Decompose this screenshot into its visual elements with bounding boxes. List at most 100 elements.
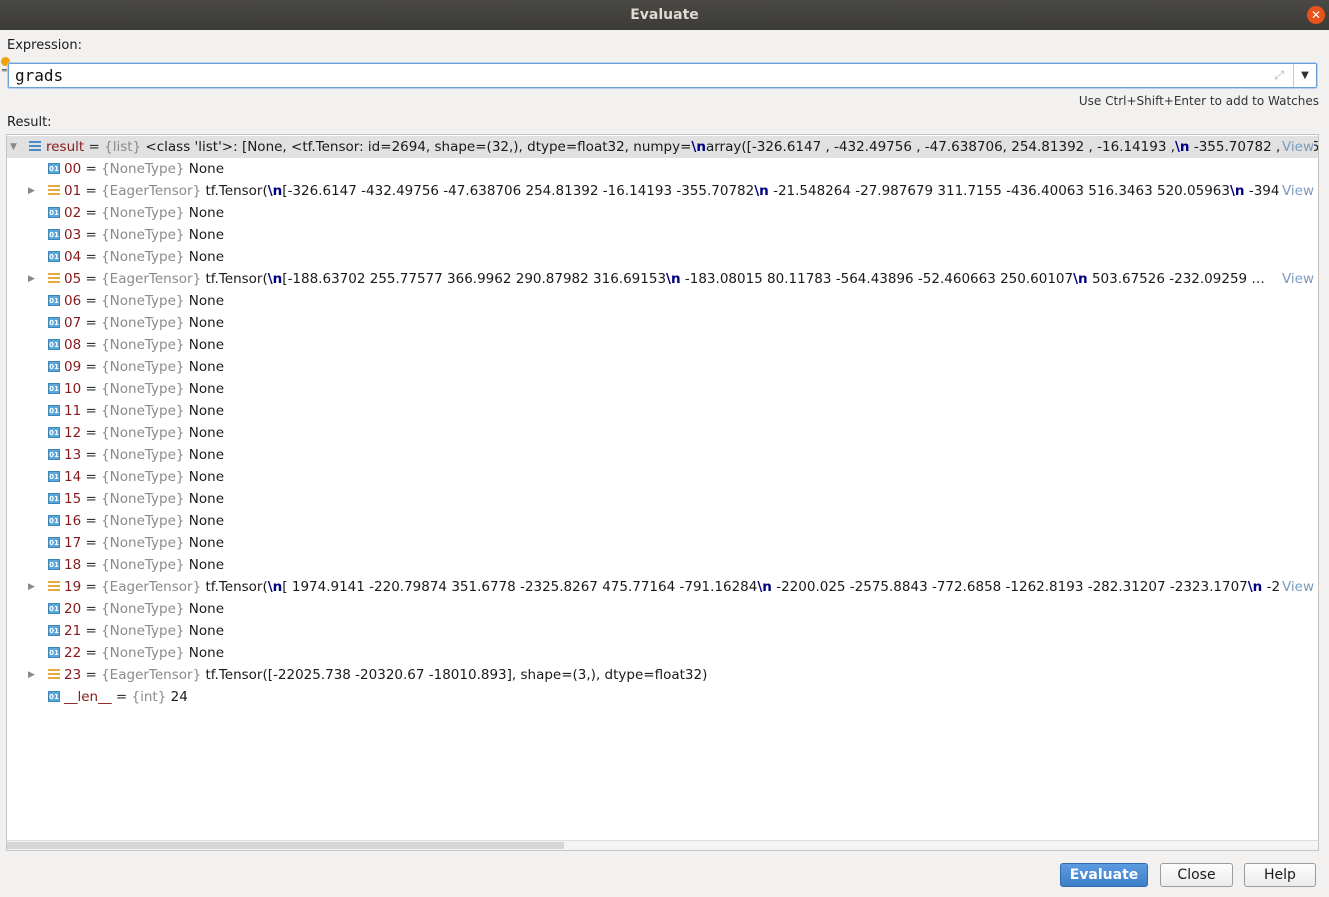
tree-row[interactable]: 01 10 = {NoneType} None bbox=[7, 378, 1318, 400]
expression-editor[interactable]: ⤢ ▼ bbox=[8, 63, 1317, 88]
scrollbar-thumb[interactable] bbox=[7, 842, 564, 849]
row-text: 03 = {NoneType} None bbox=[64, 224, 224, 246]
tree-row[interactable]: 01 22 = {NoneType} None bbox=[7, 642, 1318, 664]
row-text: 10 = {NoneType} None bbox=[64, 378, 224, 400]
tree-row[interactable]: 01 00 = {NoneType} None bbox=[7, 158, 1318, 180]
view-link[interactable]: View bbox=[1279, 136, 1314, 158]
tree-row[interactable]: 01 17 = {NoneType} None bbox=[7, 532, 1318, 554]
equals: = bbox=[81, 667, 102, 683]
equals: = bbox=[81, 403, 102, 419]
value-text: None bbox=[188, 359, 225, 375]
tree-row[interactable]: 01 __len__ = {int} 24 bbox=[7, 686, 1318, 708]
tree-row[interactable]: 01 16 = {NoneType} None bbox=[7, 510, 1318, 532]
var-type: {EagerTensor} bbox=[101, 271, 202, 287]
tree-row[interactable]: ▶ 19 = {EagerTensor} tf.Tensor(\n[ 1974.9… bbox=[7, 576, 1318, 598]
value-text: None bbox=[188, 645, 225, 661]
collapse-arrow-icon[interactable]: ▼ bbox=[10, 136, 20, 158]
var-type: {NoneType} bbox=[101, 425, 185, 441]
evaluate-button[interactable]: Evaluate bbox=[1060, 863, 1148, 887]
tree-row[interactable]: 01 02 = {NoneType} None bbox=[7, 202, 1318, 224]
tree-row[interactable]: 01 04 = {NoneType} None bbox=[7, 246, 1318, 268]
tree-row[interactable]: ▶ 01 = {EagerTensor} tf.Tensor(\n[-326.61… bbox=[7, 180, 1318, 202]
view-link[interactable]: View bbox=[1279, 180, 1314, 202]
var-name: 23 bbox=[64, 667, 82, 683]
tree-row[interactable]: 01 09 = {NoneType} None bbox=[7, 356, 1318, 378]
tensor-icon bbox=[48, 273, 60, 284]
result-tree[interactable]: ▼ result = {list} <class 'list'>: [None, … bbox=[6, 134, 1319, 851]
var-type: {NoneType} bbox=[101, 535, 185, 551]
tree-row[interactable]: 01 18 = {NoneType} None bbox=[7, 554, 1318, 576]
row-text: 20 = {NoneType} None bbox=[64, 598, 224, 620]
var-type: {NoneType} bbox=[101, 601, 185, 617]
value-text: None bbox=[188, 293, 225, 309]
expand-arrow-icon[interactable]: ▶ bbox=[28, 180, 38, 202]
var-name: 00 bbox=[64, 161, 82, 177]
horizontal-scrollbar[interactable] bbox=[7, 840, 1318, 850]
watches-hint: Use Ctrl+Shift+Enter to add to Watches bbox=[1078, 94, 1319, 108]
newline-escape: \n bbox=[267, 271, 283, 287]
view-link[interactable]: View bbox=[1279, 576, 1314, 598]
tree-row[interactable]: 01 13 = {NoneType} None bbox=[7, 444, 1318, 466]
var-name: 06 bbox=[64, 293, 82, 309]
equals: = bbox=[84, 139, 105, 155]
primitive-value-icon: 01 bbox=[48, 383, 60, 394]
row-text: __len__ = {int} 24 bbox=[64, 686, 188, 708]
value-text: None bbox=[188, 557, 225, 573]
expand-editor-icon[interactable]: ⤢ bbox=[1274, 68, 1284, 83]
tree-row[interactable]: 01 14 = {NoneType} None bbox=[7, 466, 1318, 488]
history-dropdown-button[interactable]: ▼ bbox=[1293, 64, 1316, 87]
tree-row[interactable]: 01 12 = {NoneType} None bbox=[7, 422, 1318, 444]
primitive-value-icon: 01 bbox=[48, 691, 60, 702]
row-text: 11 = {NoneType} None bbox=[64, 400, 224, 422]
row-text: 21 = {NoneType} None bbox=[64, 620, 224, 642]
equals: = bbox=[81, 293, 102, 309]
equals: = bbox=[81, 601, 102, 617]
var-name: 20 bbox=[64, 601, 82, 617]
var-name: 08 bbox=[64, 337, 82, 353]
row-text: 00 = {NoneType} None bbox=[64, 158, 224, 180]
tree-row[interactable]: 01 06 = {NoneType} None bbox=[7, 290, 1318, 312]
expand-arrow-icon[interactable]: ▶ bbox=[28, 576, 38, 598]
primitive-value-icon: 01 bbox=[48, 427, 60, 438]
row-text: 12 = {NoneType} None bbox=[64, 422, 224, 444]
primitive-value-icon: 01 bbox=[48, 207, 60, 218]
expand-arrow-icon[interactable]: ▶ bbox=[28, 664, 38, 686]
row-text: 23 = {EagerTensor} tf.Tensor([-22025.738… bbox=[64, 664, 707, 686]
var-name: 05 bbox=[64, 271, 82, 287]
newline-escape: \n bbox=[267, 579, 283, 595]
equals: = bbox=[81, 623, 102, 639]
tree-row[interactable]: 01 11 = {NoneType} None bbox=[7, 400, 1318, 422]
tree-row[interactable]: ▶ 05 = {EagerTensor} tf.Tensor(\n[-188.63… bbox=[7, 268, 1318, 290]
var-type: {NoneType} bbox=[101, 205, 185, 221]
tree-row[interactable]: 01 21 = {NoneType} None bbox=[7, 620, 1318, 642]
value-text: None bbox=[188, 227, 225, 243]
primitive-value-icon: 01 bbox=[48, 559, 60, 570]
var-type: {EagerTensor} bbox=[101, 183, 202, 199]
equals: = bbox=[81, 249, 102, 265]
tree-row[interactable]: 01 20 = {NoneType} None bbox=[7, 598, 1318, 620]
equals: = bbox=[81, 425, 102, 441]
value-text: [-188.63702 255.77577 366.9962 290.87982… bbox=[282, 271, 667, 287]
close-button[interactable]: Close bbox=[1160, 863, 1233, 887]
tree-row[interactable]: 01 07 = {NoneType} None bbox=[7, 312, 1318, 334]
row-text: 09 = {NoneType} None bbox=[64, 356, 224, 378]
expression-input[interactable] bbox=[15, 65, 1255, 86]
primitive-value-icon: 01 bbox=[48, 493, 60, 504]
result-label: Result: bbox=[7, 115, 52, 130]
window-titlebar: Evaluate ✕ bbox=[0, 0, 1329, 30]
window-close-icon[interactable]: ✕ bbox=[1307, 6, 1325, 24]
view-link[interactable]: View bbox=[1279, 268, 1314, 290]
tree-row[interactable]: 01 08 = {NoneType} None bbox=[7, 334, 1318, 356]
tree-row[interactable]: ▶ 23 = {EagerTensor} tf.Tensor([-22025.73… bbox=[7, 664, 1318, 686]
row-text: 14 = {NoneType} None bbox=[64, 466, 224, 488]
value-text: None bbox=[188, 403, 225, 419]
var-name: 18 bbox=[64, 557, 82, 573]
expand-arrow-icon[interactable]: ▶ bbox=[28, 268, 38, 290]
tree-row[interactable]: 01 15 = {NoneType} None bbox=[7, 488, 1318, 510]
help-button[interactable]: Help bbox=[1244, 863, 1316, 887]
var-type: {NoneType} bbox=[101, 161, 185, 177]
tree-row-result[interactable]: ▼ result = {list} <class 'list'>: [None, … bbox=[7, 136, 1318, 158]
equals: = bbox=[81, 205, 102, 221]
newline-escape: \n bbox=[754, 183, 769, 199]
tree-row[interactable]: 01 03 = {NoneType} None bbox=[7, 224, 1318, 246]
